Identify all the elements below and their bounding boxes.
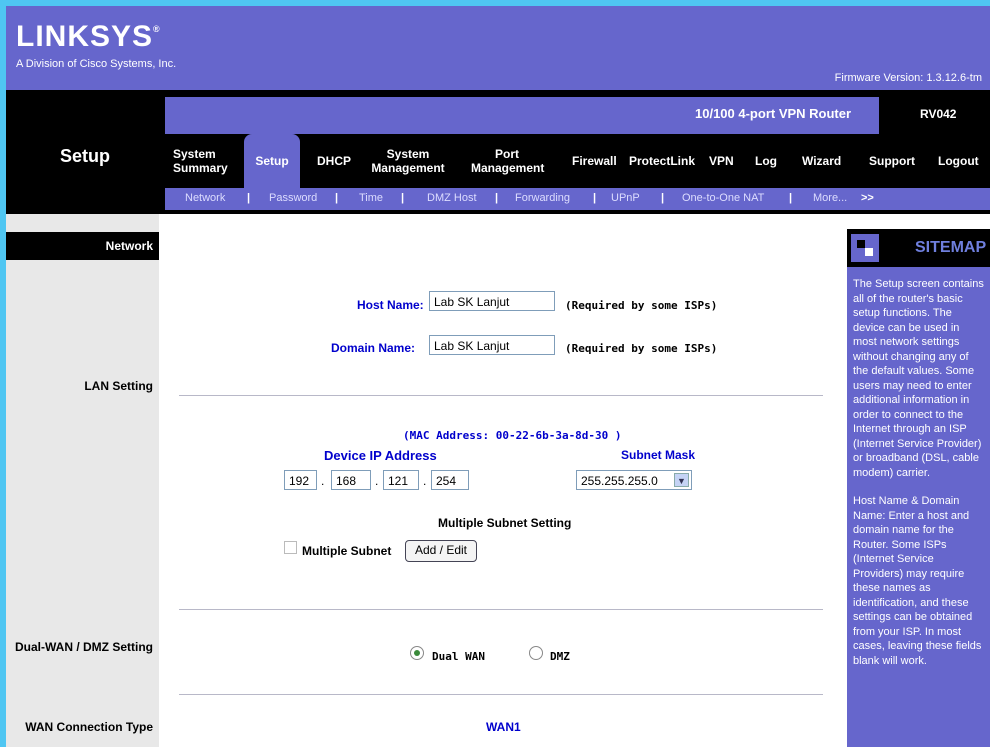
- ip-octet-2-input[interactable]: 168: [331, 470, 371, 490]
- subnav-divider: |: [335, 192, 339, 204]
- lan-setting-label: LAN Setting: [84, 379, 153, 393]
- tab-logout[interactable]: Logout: [938, 154, 979, 168]
- add-edit-button[interactable]: Add / Edit: [405, 540, 477, 562]
- sub-navigation: Network | Password | Time | DMZ Host | F…: [165, 188, 990, 210]
- subnav-forwarding[interactable]: Forwarding: [515, 192, 570, 204]
- subnav-divider: |: [495, 192, 499, 204]
- tab-firewall[interactable]: Firewall: [572, 154, 617, 168]
- multiple-subnet-checkbox[interactable]: [284, 541, 297, 554]
- ip-dot: .: [375, 474, 379, 488]
- subnav-next-arrow[interactable]: >>: [861, 192, 874, 204]
- subnav-network[interactable]: Network: [185, 192, 225, 204]
- subnet-mask-select[interactable]: 255.255.255.0 ▼: [576, 470, 692, 490]
- tab-setup[interactable]: Setup: [244, 134, 300, 188]
- sitemap-paragraph: The Setup screen contains all of the rou…: [853, 278, 984, 479]
- subnav-divider: |: [789, 192, 793, 204]
- sitemap-header: SITEMAP: [847, 229, 990, 267]
- page-section-title: Setup: [60, 146, 111, 166]
- ip-octet-3-input[interactable]: 121: [383, 470, 419, 490]
- wan-connection-type-label: WAN Connection Type: [25, 720, 153, 734]
- divider: [179, 609, 823, 610]
- domain-name-label: Domain Name:: [331, 341, 416, 355]
- dual-wan-dmz-label: Dual-WAN / DMZ Setting: [15, 640, 153, 654]
- sitemap-icon: [851, 234, 879, 262]
- main-form: Host Name: Lab SK Lanjut (Required by so…: [159, 214, 839, 747]
- divider: [179, 694, 823, 695]
- host-name-label: Host Name:: [357, 298, 424, 312]
- device-ip-label: Device IP Address: [324, 448, 437, 463]
- subnav-one-to-one-nat[interactable]: One-to-One NAT: [682, 192, 764, 204]
- host-name-input[interactable]: Lab SK Lanjut: [429, 291, 555, 311]
- window-border: [0, 0, 990, 6]
- router-name: 10/100 4-port VPN Router: [695, 106, 852, 121]
- dual-wan-label: Dual WAN: [432, 650, 485, 663]
- tab-protectlink[interactable]: ProtectLink: [629, 154, 695, 168]
- wan1-heading: WAN1: [486, 720, 521, 734]
- domain-name-input[interactable]: Lab SK Lanjut: [429, 335, 555, 355]
- dmz-label: DMZ: [550, 650, 570, 663]
- left-section-labels: Network LAN Setting Dual-WAN / DMZ Setti…: [6, 214, 159, 747]
- brand-header: LINKSYS® A Division of Cisco Systems, In…: [6, 6, 990, 90]
- tab-wizard[interactable]: Wizard: [802, 154, 841, 168]
- router-model: RV042: [920, 107, 957, 121]
- dual-wan-radio[interactable]: [410, 646, 424, 660]
- multiple-subnet-setting-heading: Multiple Subnet Setting: [438, 516, 572, 530]
- subnav-password[interactable]: Password: [269, 192, 317, 204]
- window-border: [0, 0, 6, 747]
- tab-vpn[interactable]: VPN: [709, 154, 734, 168]
- ip-octet-4-input[interactable]: 254: [431, 470, 469, 490]
- main-tabs: System Summary Setup DHCP System Managem…: [165, 134, 990, 188]
- subnav-upnp[interactable]: UPnP: [611, 192, 640, 204]
- sitemap-panel: SITEMAP The Setup screen contains all of…: [847, 229, 990, 747]
- radio-selected-dot: [414, 650, 420, 656]
- firmware-version: Firmware Version: 1.3.12.6-tm: [834, 72, 982, 84]
- domain-name-required-note: (Required by some ISPs): [565, 342, 718, 355]
- subnav-divider: |: [593, 192, 597, 204]
- sitemap-help-text: The Setup screen contains all of the rou…: [847, 267, 990, 747]
- subnav-divider: |: [661, 192, 665, 204]
- subnav-divider: |: [401, 192, 405, 204]
- linksys-logo: LINKSYS®: [16, 20, 161, 53]
- tab-system-management[interactable]: System Management: [363, 147, 453, 175]
- tab-port-management[interactable]: Port Management: [471, 147, 544, 175]
- subnet-mask-value: 255.255.255.0: [581, 474, 658, 488]
- subnav-time[interactable]: Time: [359, 192, 383, 204]
- dmz-radio[interactable]: [529, 646, 543, 660]
- router-admin-page: LINKSYS® A Division of Cisco Systems, In…: [0, 0, 990, 747]
- subnav-more[interactable]: More...: [813, 192, 847, 204]
- multiple-subnet-label: Multiple Subnet: [302, 544, 392, 558]
- subnet-mask-label: Subnet Mask: [621, 448, 696, 462]
- chevron-down-icon[interactable]: ▼: [674, 473, 689, 487]
- tab-support[interactable]: Support: [869, 154, 915, 168]
- ip-dot: .: [321, 474, 325, 488]
- subnav-divider: |: [247, 192, 251, 204]
- ip-dot: .: [423, 474, 427, 488]
- ip-octet-1-input[interactable]: 192: [284, 470, 317, 490]
- router-info-bar: 10/100 4-port VPN Router RV042: [165, 97, 990, 134]
- sitemap-title: SITEMAP: [915, 239, 987, 256]
- host-name-required-note: (Required by some ISPs): [565, 299, 718, 312]
- sitemap-paragraph: Host Name & Domain Name: Enter a host an…: [853, 495, 982, 667]
- tab-log[interactable]: Log: [755, 154, 777, 168]
- tab-dhcp[interactable]: DHCP: [317, 154, 351, 168]
- divider: [179, 395, 823, 396]
- tab-system-summary[interactable]: System Summary: [173, 147, 229, 175]
- mac-address: (MAC Address: 00-22-6b-3a-8d-30 ): [403, 429, 622, 442]
- left-network-header: Network: [6, 232, 159, 260]
- brand-tagline: A Division of Cisco Systems, Inc.: [16, 58, 177, 70]
- subnav-dmz-host[interactable]: DMZ Host: [427, 192, 477, 204]
